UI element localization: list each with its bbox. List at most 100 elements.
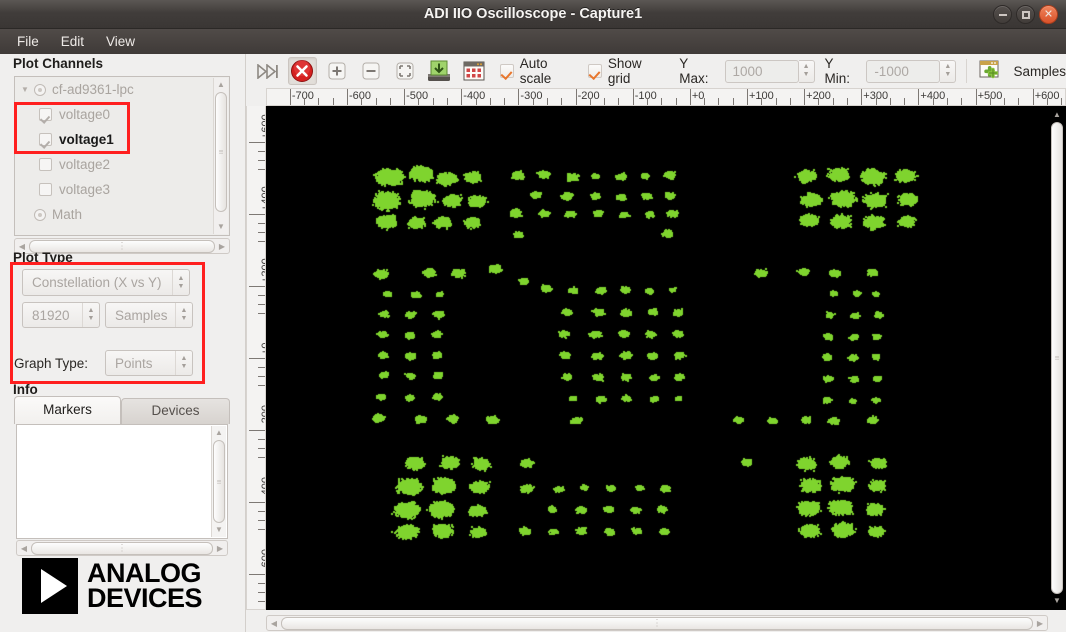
scroll-left-icon-2[interactable]: ◀: [17, 544, 31, 553]
save-capture-button[interactable]: [425, 57, 453, 85]
minimize-button[interactable]: [993, 5, 1012, 24]
zoom-fit-button[interactable]: [391, 57, 419, 85]
plot-vertical-scrollbar[interactable]: ▲ ▼: [1050, 108, 1064, 608]
x-axis-ruler[interactable]: -700-600-500-400-300-200-100+0+100+200+3…: [266, 88, 1066, 106]
x-minor-tick: [333, 98, 334, 105]
sample-count-value: 81920: [23, 308, 82, 323]
y-minor-tick: [258, 169, 265, 170]
tree-item-voltage3[interactable]: voltage3: [15, 177, 213, 202]
markers-list[interactable]: ▲ ▼: [16, 424, 228, 539]
scroll-track-2[interactable]: [213, 440, 225, 523]
toolbar-separator: [966, 59, 967, 83]
y-min-value[interactable]: -1000: [866, 60, 940, 83]
tree-vertical-scrollbar[interactable]: ▲ ▼: [213, 78, 228, 234]
sample-unit-combo[interactable]: Samples ▲▼: [105, 302, 193, 328]
x-tick: [461, 89, 462, 105]
scroll-thumb[interactable]: [215, 92, 227, 212]
y-max-value[interactable]: 1000: [725, 60, 799, 83]
screenshot-button[interactable]: [460, 57, 488, 85]
scroll-up-icon-2[interactable]: ▲: [212, 426, 227, 440]
tree-item-voltage1[interactable]: voltage1: [15, 127, 213, 152]
checkbox-icon[interactable]: [39, 183, 52, 196]
plot-canvas[interactable]: [266, 106, 1066, 610]
zoom-out-button[interactable]: [357, 57, 385, 85]
scroll-right-icon-2[interactable]: ▶: [213, 544, 227, 553]
y-axis-ruler[interactable]: +600+400+200+0-200-400-600: [246, 106, 266, 610]
radio-icon[interactable]: [34, 209, 46, 221]
scroll-thumb-h2[interactable]: [31, 542, 213, 555]
plot-scroll-thumb-h[interactable]: [281, 617, 1033, 630]
plot-channels-tree[interactable]: ▼cf-ad9361-lpcvoltage0voltage1voltage2vo…: [14, 76, 230, 236]
tree-item-label: Math: [52, 207, 82, 222]
y-max-spinner[interactable]: 1000 ▲▼: [725, 60, 815, 83]
plot-scroll-track[interactable]: [1051, 122, 1063, 594]
left-panel: Plot Channels ▼cf-ad9361-lpcvoltage0volt…: [0, 54, 246, 632]
menu-edit[interactable]: Edit: [52, 31, 93, 52]
x-minor-tick: [933, 98, 934, 105]
checkbox-icon[interactable]: [39, 158, 52, 171]
y-min-spin-arrows-icon[interactable]: ▲▼: [940, 60, 956, 83]
tree-item-voltage2[interactable]: voltage2: [15, 152, 213, 177]
x-minor-tick: [418, 98, 419, 105]
markers-vertical-scrollbar[interactable]: ▲ ▼: [211, 426, 226, 537]
graph-type-label: Graph Type:: [14, 356, 88, 371]
x-minor-tick: [433, 98, 434, 105]
plot-scroll-thumb[interactable]: [1051, 122, 1063, 594]
sample-count-spinner[interactable]: 81920 ▲▼: [22, 302, 100, 328]
x-minor-tick: [704, 98, 705, 105]
x-minor-tick: [676, 98, 677, 105]
info-label: Info: [8, 382, 38, 397]
menu-view[interactable]: View: [97, 31, 144, 52]
auto-scale-check-icon[interactable]: [500, 64, 514, 78]
zoom-in-button[interactable]: [323, 57, 351, 85]
scroll-down-icon-2[interactable]: ▼: [212, 523, 227, 537]
play-forward-icon: [257, 64, 279, 79]
x-minor-tick: [304, 98, 305, 105]
plot-scroll-down-icon[interactable]: ▼: [1050, 594, 1065, 608]
scroll-up-icon[interactable]: ▲: [214, 78, 229, 92]
plot-horizontal-scrollbar[interactable]: ◀ ▶: [266, 615, 1048, 631]
y-minor-tick: [258, 511, 265, 512]
plot-scroll-left-icon[interactable]: ◀: [267, 619, 281, 628]
checkbox-icon[interactable]: [39, 108, 52, 121]
plot-type-combo[interactable]: Constellation (X vs Y) ▲▼: [22, 269, 190, 296]
y-min-label: Y Min:: [825, 56, 861, 86]
x-minor-tick: [847, 98, 848, 105]
close-button[interactable]: ✕: [1039, 5, 1058, 24]
menu-file[interactable]: File: [8, 31, 48, 52]
auto-scale-checkbox[interactable]: Auto scale: [500, 56, 578, 86]
y-max-spin-arrows-icon[interactable]: ▲▼: [799, 60, 815, 83]
x-tick: [804, 89, 805, 105]
tab-devices[interactable]: Devices: [121, 398, 230, 424]
scroll-down-icon[interactable]: ▼: [214, 220, 229, 234]
tab-markers[interactable]: Markers: [14, 396, 121, 424]
show-grid-checkbox[interactable]: Show grid: [588, 56, 663, 86]
spinner-arrows-icon[interactable]: ▲▼: [82, 303, 99, 327]
x-minor-tick: [718, 98, 719, 105]
scroll-thumb-2[interactable]: [213, 440, 225, 523]
maximize-button[interactable]: [1016, 5, 1035, 24]
plot-scroll-track-h[interactable]: [281, 617, 1033, 630]
markers-horizontal-scrollbar[interactable]: ◀ ▶: [16, 540, 228, 556]
tree-item-math[interactable]: Math: [15, 202, 213, 227]
plot-scroll-up-icon[interactable]: ▲: [1050, 108, 1065, 122]
checkbox-icon[interactable]: [39, 133, 52, 146]
y-min-spinner[interactable]: -1000 ▲▼: [866, 60, 956, 83]
new-plot-button[interactable]: [977, 57, 1005, 85]
stop-button[interactable]: [288, 57, 316, 85]
scroll-track-h2[interactable]: [31, 542, 213, 555]
scroll-right-icon[interactable]: ▶: [215, 242, 229, 251]
plot-scroll-right-icon[interactable]: ▶: [1033, 619, 1047, 628]
y-minor-tick: [258, 313, 265, 314]
tree-item-voltage0[interactable]: voltage0: [15, 102, 213, 127]
x-tick-label: -600: [349, 90, 371, 102]
play-forward-button[interactable]: [254, 57, 282, 85]
scroll-track[interactable]: [215, 92, 227, 220]
show-grid-check-icon[interactable]: [588, 64, 602, 78]
sample-unit-value: Samples: [106, 308, 175, 323]
tree-item-cf-ad9361-lpc[interactable]: ▼cf-ad9361-lpc: [15, 77, 213, 102]
radio-icon[interactable]: [34, 84, 46, 96]
expander-icon[interactable]: ▼: [21, 86, 34, 94]
graph-type-combo[interactable]: Points ▲▼: [105, 350, 193, 376]
x-minor-tick: [1061, 98, 1062, 105]
